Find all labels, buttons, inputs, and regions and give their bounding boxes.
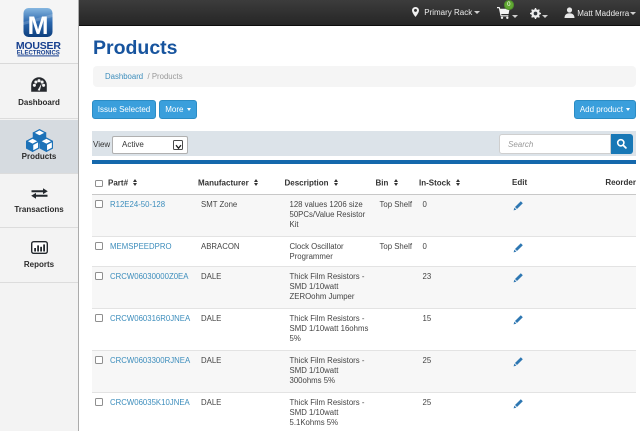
svg-text:M: M [28, 12, 49, 40]
